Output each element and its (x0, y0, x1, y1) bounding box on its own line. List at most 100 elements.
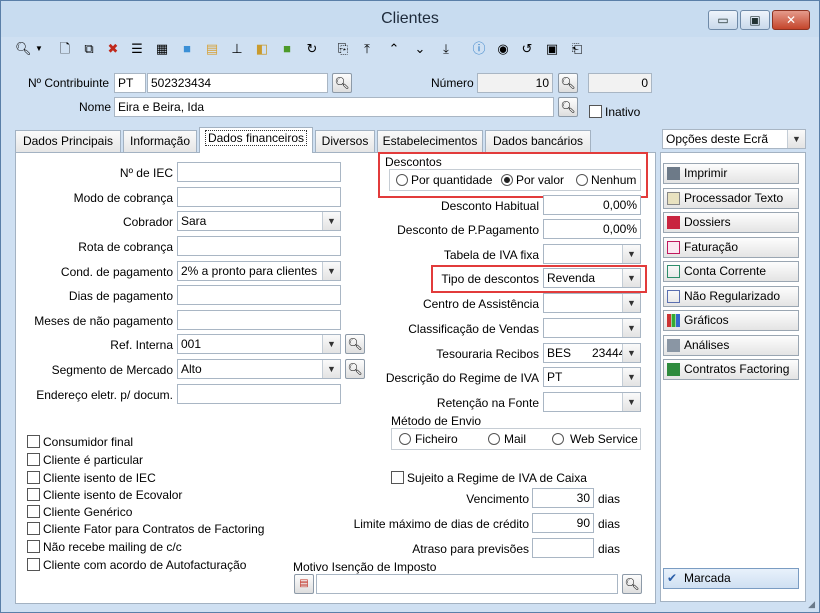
contribuinte-field[interactable]: 502323434 (147, 73, 328, 93)
chevron-down-icon[interactable]: ▼ (787, 130, 805, 148)
tabela-iva-select[interactable]: ▼ (543, 244, 641, 264)
inativo-checkbox[interactable] (589, 105, 602, 118)
list-view-icon[interactable]: ☰ (129, 40, 145, 58)
close-button[interactable]: ✕ (772, 10, 810, 30)
dias-pagamento-field[interactable] (177, 285, 341, 305)
settings-monitor-icon[interactable]: ▣ (544, 40, 560, 58)
search-icon[interactable]: 🔍︎ (15, 40, 32, 58)
radio-mail[interactable] (488, 433, 500, 445)
marcada-button[interactable]: ✔ Marcada (663, 568, 799, 589)
minimize-button[interactable]: ▭ (708, 10, 738, 30)
maximize-button[interactable]: ▣ (740, 10, 770, 30)
processador-texto-button[interactable]: Processador Texto (663, 188, 799, 209)
first-record-icon[interactable]: ⤒ (359, 40, 375, 58)
tab-dados-financeiros[interactable]: Dados financeiros (199, 127, 313, 153)
radio-ficheiro[interactable] (399, 433, 411, 445)
help-icon[interactable]: ⓘ (471, 40, 487, 58)
folder-search-icon[interactable]: ◧ (254, 40, 270, 58)
checkbox-isento-ecovalor[interactable] (27, 488, 40, 501)
folder-doc-icon[interactable]: ▤ (204, 40, 220, 58)
opcoes-ecra-select[interactable]: Opções deste Ecrã ▼ (662, 129, 806, 149)
nome-search-button[interactable]: 🔍︎ (558, 97, 578, 117)
tab-dados-bancarios[interactable]: Dados bancários (485, 130, 591, 152)
rota-cobranca-field[interactable] (177, 236, 341, 256)
folder-green-icon[interactable]: ■ (279, 40, 295, 58)
chevron-down-icon[interactable]: ▼ (622, 319, 640, 337)
vencimento-field[interactable]: 30 (532, 488, 594, 508)
new-doc-icon[interactable]: 🗋 (57, 40, 73, 58)
checkbox-isento-iec[interactable] (27, 471, 40, 484)
checkbox-consumidor-final[interactable] (27, 435, 40, 448)
previous-record-icon[interactable]: ⌃ (386, 40, 402, 58)
retencao-select[interactable]: ▼ (543, 392, 641, 412)
refresh-icon[interactable]: ↻ (304, 40, 320, 58)
chevron-down-icon[interactable]: ▼ (622, 269, 640, 287)
motivo-isencao-search-button[interactable]: 🔍︎ (622, 574, 642, 594)
next-record-icon[interactable]: ⌄ (412, 40, 428, 58)
regime-iva-select[interactable]: PT ▼ (543, 367, 641, 387)
nome-field[interactable]: Eira e Beira, Ida (114, 97, 554, 117)
numero-search-button[interactable]: 🔍︎ (558, 73, 578, 93)
faturacao-button[interactable]: Faturação (663, 237, 799, 258)
iec-field[interactable] (177, 162, 341, 182)
tipo-descontos-select[interactable]: Revenda ▼ (543, 268, 641, 288)
imprimir-button[interactable]: Imprimir (663, 163, 799, 184)
chevron-down-icon[interactable]: ▼ (622, 368, 640, 386)
motivo-isencao-list-button[interactable]: ▤ (294, 574, 314, 594)
chevron-down-icon[interactable]: ▼ (322, 262, 340, 280)
chevron-down-icon[interactable]: ▼ (322, 212, 340, 230)
checkbox-cliente-particular[interactable] (27, 453, 40, 466)
tab-informacao[interactable]: Informação (123, 130, 197, 152)
delete-icon[interactable]: ✖ (105, 40, 121, 58)
desconto-habitual-field[interactable]: 0,00% (543, 195, 641, 215)
copy-doc-icon[interactable]: ⧉ (81, 40, 97, 58)
last-record-icon[interactable]: ⤓ (438, 40, 454, 58)
endereco-field[interactable] (177, 384, 341, 404)
chevron-down-icon[interactable]: ▼ (622, 344, 640, 362)
limite-dias-field[interactable]: 90 (532, 513, 594, 533)
dossiers-button[interactable]: Dossiers (663, 212, 799, 233)
checkbox-nao-recebe-mailing[interactable] (27, 540, 40, 553)
checkbox-fator-factoring[interactable] (27, 522, 40, 535)
contratos-factoring-button[interactable]: Contratos Factoring (663, 359, 799, 380)
radio-web-service[interactable] (552, 433, 564, 445)
dropdown-icon[interactable]: ▼ (31, 40, 47, 58)
cobrador-select[interactable]: Sara ▼ (177, 211, 341, 231)
chevron-down-icon[interactable]: ▼ (322, 360, 340, 378)
chevron-down-icon[interactable]: ▼ (622, 245, 640, 263)
chevron-down-icon[interactable]: ▼ (322, 335, 340, 353)
meses-nao-pagamento-field[interactable] (177, 310, 341, 330)
graficos-button[interactable]: Gráficos (663, 310, 799, 331)
analises-button[interactable]: Análises (663, 335, 799, 356)
radio-nenhum[interactable] (576, 174, 588, 186)
info-icon[interactable]: ◉ (495, 40, 511, 58)
contribuinte-country-field[interactable]: PT (114, 73, 146, 93)
sync-icon[interactable]: ↺ (519, 40, 535, 58)
atraso-field[interactable] (532, 538, 594, 558)
desconto-ppag-field[interactable]: 0,00% (543, 219, 641, 239)
conta-corrente-button[interactable]: Conta Corrente (663, 261, 799, 282)
centro-assistencia-select[interactable]: ▼ (543, 293, 641, 313)
attachment-icon[interactable]: ⎗ (569, 40, 585, 58)
numero-field[interactable]: 10 (477, 73, 553, 93)
tesouraria-select[interactable]: BES 23444 ▼ (543, 343, 641, 363)
folder-icon[interactable]: ■ (179, 40, 195, 58)
chevron-down-icon[interactable]: ▼ (622, 393, 640, 411)
resize-grip-icon[interactable]: ◢ (808, 599, 815, 610)
checkbox-autofacturacao[interactable] (27, 558, 40, 571)
nao-regularizado-button[interactable]: Não Regularizado (663, 286, 799, 307)
motivo-isencao-field[interactable] (316, 574, 618, 594)
preview-icon[interactable]: ⎘ (335, 40, 351, 58)
classificacao-select[interactable]: ▼ (543, 318, 641, 338)
cond-pagamento-select[interactable]: 2% a pronto para clientes ▼ (177, 261, 341, 281)
chevron-down-icon[interactable]: ▼ (622, 294, 640, 312)
modo-cobranca-field[interactable] (177, 187, 341, 207)
tab-estabelecimentos[interactable]: Estabelecimentos (377, 130, 483, 152)
radio-por-valor[interactable] (501, 174, 513, 186)
table-icon[interactable]: ▦ (154, 40, 170, 58)
hierarchy-icon[interactable]: ⊥ (229, 40, 245, 58)
checkbox-cliente-generico[interactable] (27, 505, 40, 518)
segmento-select[interactable]: Alto ▼ (177, 359, 341, 379)
contribuinte-search-button[interactable]: 🔍︎ (332, 73, 352, 93)
tab-diversos[interactable]: Diversos (315, 130, 375, 152)
